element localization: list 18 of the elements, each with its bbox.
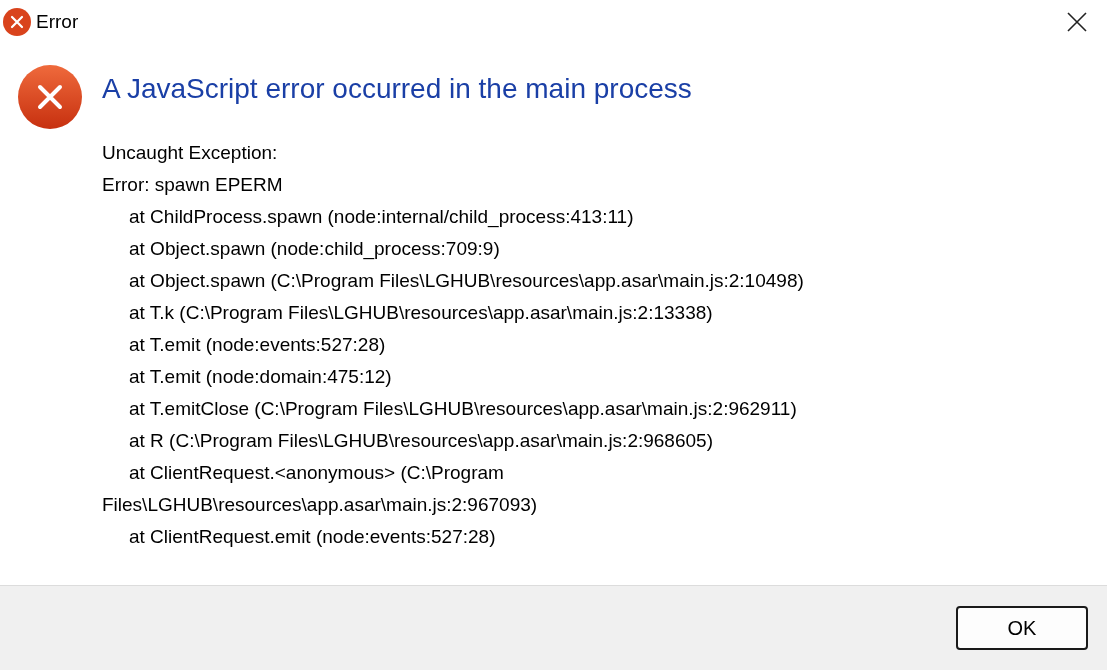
error-message-line: at ChildProcess.spawn (node:internal/child_process:413:11): [128, 205, 634, 230]
error-message-line: at Object.spawn (node:child_process:709:9): [128, 237, 500, 262]
ok-button[interactable]: OK: [956, 606, 1088, 650]
error-message-line: Error: spawn EPERM: [102, 173, 283, 197]
error-message-line: Uncaught Exception:: [102, 141, 278, 165]
error-message-line: at ClientRequest.<anonymous> (C:\Program: [128, 461, 504, 485]
window-title: Error: [36, 9, 79, 34]
error-message-line: at Object.spawn (C:\Program Files\LGHUB\resources\app.asar\main.js:2:10498): [128, 269, 804, 293]
error-message-line: Files\LGHUB\resources\app.asar\main.js:2:967093): [102, 493, 538, 517]
error-message-line: at R (C:\Program Files\LGHUB\resources\app.asar\main.js:2:968605): [128, 429, 713, 453]
error-icon: [18, 65, 82, 129]
error-message-line: at ClientRequest.emit (node:events:527:28): [128, 525, 496, 549]
error-message-line: at T.emit (node:events:527:28): [128, 333, 386, 357]
error-message-line: at T.emit (node:domain:475:12): [128, 365, 392, 389]
dialog-heading: A JavaScript error occurred in the main process: [102, 72, 693, 106]
error-message-line: at T.k (C:\Program Files\LGHUB\resources\app.asar\main.js:2:13338): [128, 301, 713, 325]
close-icon: [1067, 12, 1087, 32]
error-message-line: at T.emitClose (C:\Program Files\LGHUB\resources\app.asar\main.js:2:962911): [128, 397, 797, 421]
